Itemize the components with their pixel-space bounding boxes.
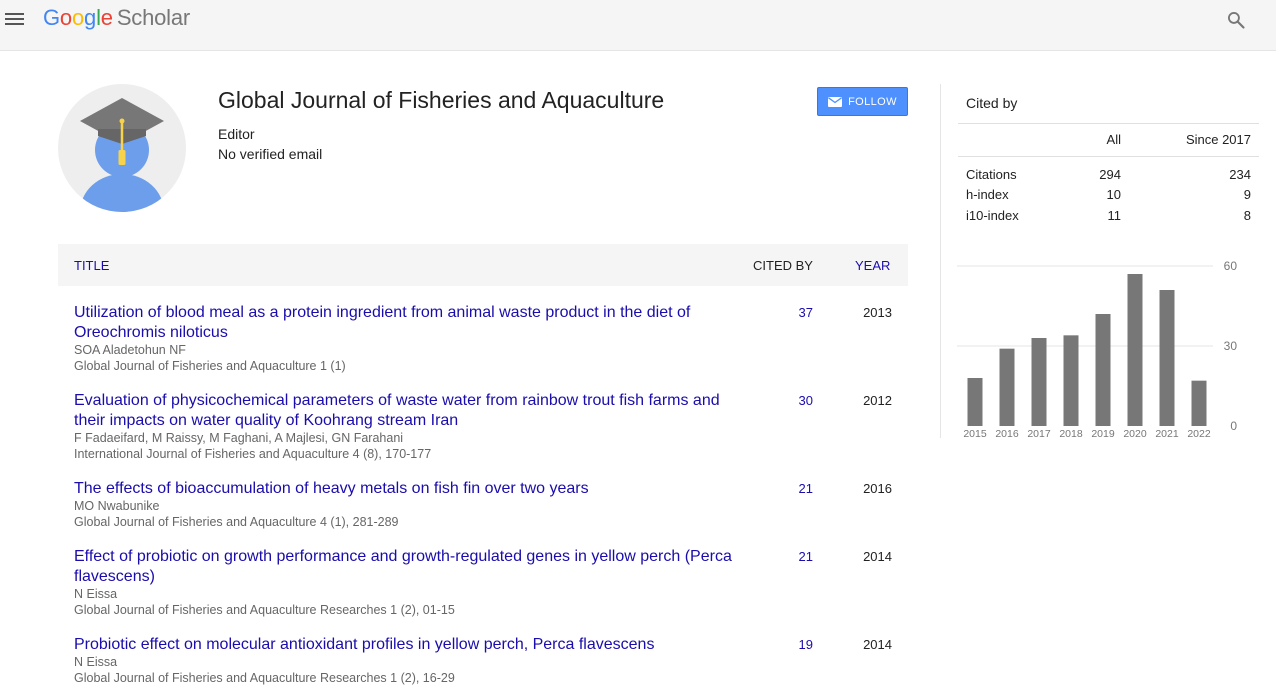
chart-x-tick-label: 2019 [1091,428,1115,440]
table-row: Effect of probiotic on growth performanc… [58,547,908,619]
table-row: Utilization of blood meal as a protein i… [58,303,908,375]
follow-button[interactable]: FOLLOW [817,87,908,116]
metrics-col-since: Since 2017 [1185,132,1251,147]
article-year: 2014 [863,549,892,564]
chart-bar [1159,290,1175,426]
article-venue: Global Journal of Fisheries and Aquacult… [74,603,455,617]
search-icon[interactable] [1226,10,1246,30]
article-title-link[interactable]: The effects of bioaccumulation of heavy … [74,479,744,499]
metric-i10-index-all: 11 [1107,208,1122,223]
cited-by-count-link[interactable]: 19 [783,637,813,652]
article-title-link[interactable]: Probiotic effect on molecular antioxidan… [74,635,744,655]
google-scholar-logo[interactable]: Google Scholar [43,5,190,31]
divider [958,123,1259,124]
article-authors: MO Nwabunike [74,499,160,513]
cited-by-count-link[interactable]: 30 [783,393,813,408]
articles-table-header: TITLE CITED BY YEAR [58,244,908,286]
cited-by-count-link[interactable]: 21 [783,549,813,564]
profile-email-status: No verified email [218,146,323,162]
chart-x-tick-label: 2021 [1155,428,1179,440]
article-title-link[interactable]: Effect of probiotic on growth performanc… [74,547,744,587]
article-title-link[interactable]: Utilization of blood meal as a protein i… [74,303,744,343]
top-bar: Google Scholar [0,0,1276,51]
metric-h-index-all: 10 [1106,187,1121,202]
metric-citations-since: 234 [1229,167,1251,182]
chart-x-tick-label: 2020 [1123,428,1147,440]
metric-citations-all: 294 [1099,167,1121,182]
profile-affiliation: Editor [218,126,255,142]
article-authors: SOA Aladetohun NF [74,343,186,357]
table-row: Probiotic effect on molecular antioxidan… [58,635,908,687]
chart-bar [999,348,1015,426]
chart-x-tick-label: 2018 [1059,428,1083,440]
article-year: 2013 [863,305,892,320]
metric-label-h-index[interactable]: h-index [966,187,1009,202]
metric-label-i10-index[interactable]: i10-index [966,208,1019,223]
article-year: 2014 [863,637,892,652]
article-authors: N Eissa [74,587,118,601]
cited-by-title: Cited by [966,95,1018,111]
citations-per-year-chart: 0 30 60 2015 2016 2017 2018 2019 2020 2021 2022 [957,259,1238,440]
article-year: 2012 [863,393,892,408]
table-row: Evaluation of physicochemical parameters… [58,391,908,463]
chart-bar [1191,380,1207,426]
chart-bar [1095,314,1111,426]
chart-bar [1063,335,1079,426]
article-authors: F Fadaeifard, M Raissy, M Faghani, A Maj… [74,431,404,445]
chart-x-tick-label: 2017 [1027,428,1051,440]
metric-h-index-since: 9 [1243,187,1251,202]
envelope-icon [828,96,843,107]
chart-bar [1127,274,1143,426]
chart-bar [1031,338,1047,426]
hamburger-menu-icon[interactable] [5,11,25,27]
sort-by-title-header[interactable]: TITLE [74,258,109,273]
cited-by-header[interactable]: CITED BY [753,258,813,273]
profile-avatar [58,84,186,212]
table-row: The effects of bioaccumulation of heavy … [58,479,908,531]
profile-name: Global Journal of Fisheries and Aquacult… [218,87,665,113]
chart-x-tick-label: 2016 [995,428,1019,440]
chart-y-tick-label: 0 [1230,419,1237,433]
chart-y-tick-label: 60 [1224,259,1238,273]
article-year: 2016 [863,481,892,496]
chart-x-tick-label: 2015 [963,428,987,440]
follow-button-label: FOLLOW [848,95,897,108]
article-venue: Global Journal of Fisheries and Aquacult… [74,515,399,529]
chart-bar [967,378,983,426]
cited-by-count-link[interactable]: 21 [783,481,813,496]
article-title-link[interactable]: Evaluation of physicochemical parameters… [74,391,744,431]
divider [958,156,1259,157]
article-venue: International Journal of Fisheries and A… [74,447,432,461]
cited-by-count-link[interactable]: 37 [783,305,813,320]
chart-y-tick-label: 30 [1224,339,1238,353]
metrics-col-all: All [1106,132,1121,147]
sort-by-year-header[interactable]: YEAR [855,258,890,273]
article-venue: Global Journal of Fisheries and Aquacult… [74,359,346,373]
article-authors: N Eissa [74,655,118,669]
metric-i10-index-since: 8 [1243,208,1251,223]
chart-x-tick-label: 2022 [1187,428,1211,440]
metric-label-citations[interactable]: Citations [966,167,1017,182]
article-venue: Global Journal of Fisheries and Aquacult… [74,671,455,685]
